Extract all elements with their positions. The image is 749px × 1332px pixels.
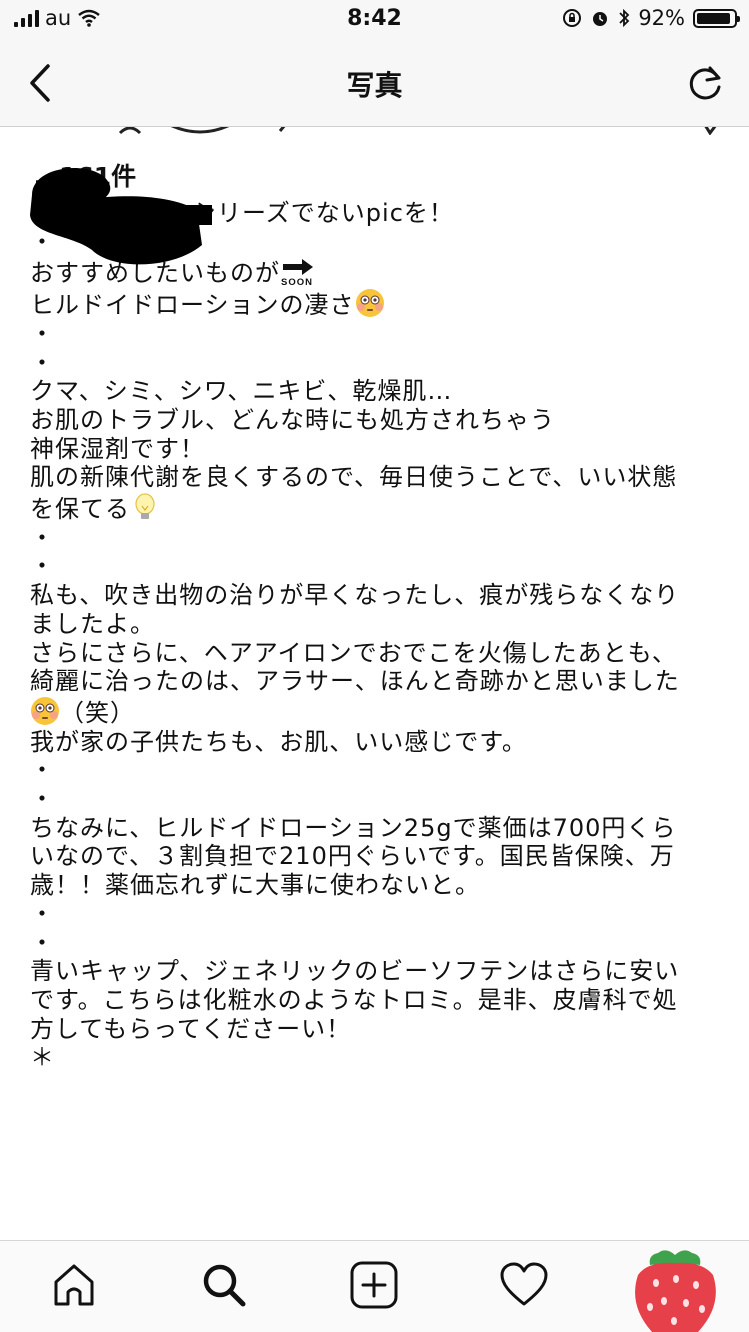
caption-line: 私も、吹き出物の治りが早くなったし、痕が残らなくなり <box>30 581 680 610</box>
caption-line: 我が家の子供たちも、お肌、いい感じです。 <box>30 727 527 756</box>
username-redaction-scribble <box>30 168 212 265</box>
caption-line: クマ、シミ、シワ、ニキビ、乾燥肌… <box>30 377 453 406</box>
caption-line: を保てる <box>30 495 130 524</box>
tab-search[interactable] <box>196 1257 252 1313</box>
caption-line: ・ <box>30 319 55 348</box>
caption-line: ちなみに、ヒルドイドローション25gで薬価は700円くら <box>30 813 677 842</box>
search-icon <box>203 1264 246 1307</box>
status-bar: au 8:42 92% <box>0 0 749 40</box>
caption-line: ＊ <box>30 1043 55 1072</box>
caption-line: ・ <box>30 899 55 928</box>
battery-percent: 92% <box>638 6 685 30</box>
caption-line: 歳！！薬価忘れずに大事に使わないと。 <box>30 871 480 900</box>
caption-line: ・ <box>30 523 55 552</box>
clipped-image-edge <box>118 127 717 135</box>
refresh-icon[interactable] <box>685 62 727 104</box>
caption-line: 綺麗に治ったのは、アラサー、ほんと奇跡かと思いました <box>30 667 680 696</box>
caption-line: ・ <box>30 928 55 957</box>
tab-home[interactable] <box>46 1257 102 1313</box>
page-title: 写真 <box>346 69 403 102</box>
caption-line: （笑） <box>60 698 135 727</box>
caption-line: 青いキャップ、ジェネリックのビーソフテンはさらに安い <box>30 957 680 986</box>
flushed-face-emoji-icon <box>355 289 384 318</box>
caption-line: お肌のトラブル、どんな時にも処方されちゃう <box>30 405 555 434</box>
post-caption: シリーズでないpicを！ ・ おすすめしたいものが SOON ヒルドイドローション… <box>30 199 720 1072</box>
caption-line: 神保湿剤です！ <box>30 434 205 463</box>
caption-line: いなので、３割負担で210円ぐらいです。国民皆保険、万 <box>30 842 675 871</box>
flushed-face-emoji-icon <box>31 696 59 725</box>
caption-line: ・ <box>30 552 55 581</box>
caption-line: ・ <box>30 785 55 814</box>
light-bulb-emoji-icon <box>135 493 155 520</box>
status-right: 92% <box>562 6 740 30</box>
home-icon <box>54 1264 94 1306</box>
bottom-tab-bar <box>0 1240 749 1332</box>
alarm-icon <box>593 12 608 26</box>
soon-arrow-icon: SOON <box>281 259 313 286</box>
caption-line: ・ <box>30 756 55 785</box>
heart-icon <box>500 1262 548 1306</box>
add-post-icon <box>350 1261 398 1309</box>
caption-line: 方してもらってくださーい！ <box>30 1014 352 1043</box>
post-content[interactable]: …161件 シリーズでないpicを！ ・ おすすめしたいものがSOON ヒルドイ… <box>0 127 749 1240</box>
tab-new-post[interactable] <box>346 1257 402 1313</box>
tab-activity[interactable] <box>496 1257 552 1313</box>
caption-line: ましたよ。 <box>30 609 155 638</box>
caption-line: です。こちらは化粧水のようなトロミ。是非、皮膚科で処 <box>30 985 678 1014</box>
caption-line: 肌の新陳代謝を良くするので、毎日使うことで、いい状態 <box>30 463 678 492</box>
caption-line: ヒルドイドローションの凄さ <box>30 291 355 320</box>
tab-profile-avatar[interactable] <box>628 1245 723 1332</box>
bluetooth-icon <box>619 8 630 28</box>
caption-line: さらにさらに、ヘアアイロンでおでこを火傷したあとも、 <box>30 638 677 667</box>
battery-icon <box>693 8 740 28</box>
svg-text:SOON: SOON <box>281 277 313 286</box>
rotation-lock-icon <box>563 9 582 27</box>
caption-line: ・ <box>30 348 55 377</box>
nav-bar: 写真 <box>0 40 749 127</box>
